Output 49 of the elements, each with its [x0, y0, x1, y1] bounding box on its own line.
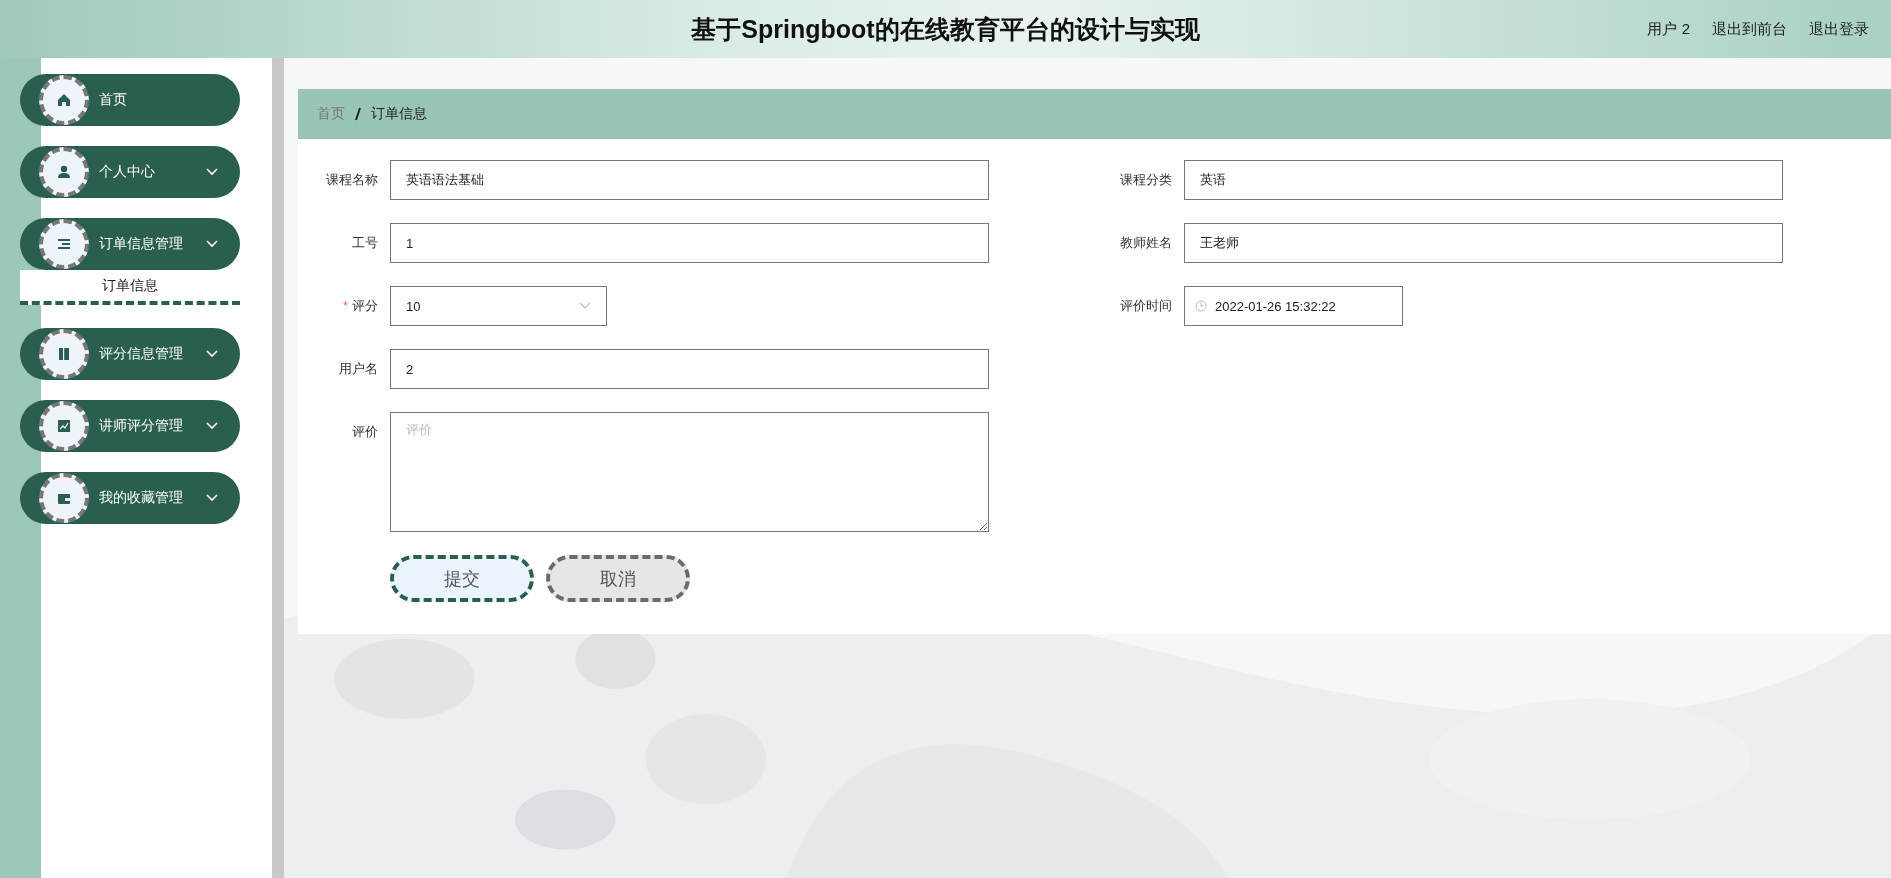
menu-item[interactable]: 订单信息管理	[20, 218, 240, 270]
date-field[interactable]: 2022-01-26 15:32:22	[1184, 286, 1403, 326]
slash-icon	[353, 107, 363, 121]
chevron-down-icon	[579, 302, 591, 310]
menu-label: 讲师评分管理	[99, 417, 184, 435]
select-field[interactable]: 10	[390, 286, 607, 326]
site-title: 基于Springboot的在线教育平台的设计与实现	[691, 13, 1200, 45]
comment-field[interactable]: 评价	[390, 412, 989, 532]
field-label: 课程分类	[1120, 172, 1172, 187]
chart-icon	[56, 418, 72, 434]
chevron-down-icon	[206, 494, 218, 502]
user-icon	[56, 164, 72, 180]
text-field[interactable]: 英语语法基础	[390, 160, 989, 200]
submenu-item[interactable]: 订单信息	[20, 270, 240, 305]
text-field[interactable]: 王老师	[1184, 223, 1783, 263]
menu-label: 我的收藏管理	[99, 489, 184, 507]
home-icon	[56, 92, 72, 108]
header-link[interactable]: 退出到前台	[1712, 19, 1787, 39]
field-label: 评价时间	[1120, 298, 1172, 313]
menu-label: 订单信息管理	[99, 235, 184, 253]
text-field[interactable]: 2	[390, 349, 989, 389]
book-icon	[56, 346, 72, 362]
menu-item[interactable]: 我的收藏管理	[20, 472, 240, 524]
chevron-down-icon	[206, 350, 218, 358]
field-label: 工号	[352, 235, 378, 250]
list-icon	[56, 236, 72, 252]
field-label: 课程名称	[326, 172, 378, 187]
submit-button[interactable]: 提交	[390, 555, 534, 602]
field-label: 评价	[352, 424, 378, 439]
chevron-down-icon	[206, 422, 218, 430]
header-link[interactable]: 退出登录	[1809, 19, 1869, 39]
text-field[interactable]: 1	[390, 223, 989, 263]
menu-item[interactable]: 个人中心	[20, 146, 240, 198]
user-name: 用户 2	[1647, 19, 1690, 39]
menu-item[interactable]: 评分信息管理	[20, 328, 240, 380]
field-label: 用户名	[339, 361, 378, 376]
menu-item[interactable]: 首页	[20, 74, 240, 126]
chevron-down-icon	[206, 240, 218, 248]
field-label: 评分	[352, 298, 378, 313]
menu-label: 评分信息管理	[99, 345, 184, 363]
required-mark: *	[342, 298, 348, 313]
menu-item[interactable]: 讲师评分管理	[20, 400, 240, 452]
text-field[interactable]: 英语	[1184, 160, 1783, 200]
menu-label: 个人中心	[99, 163, 156, 181]
clock-icon	[1195, 300, 1207, 312]
menu-label: 首页	[99, 91, 128, 109]
cancel-button[interactable]: 取消	[546, 555, 690, 602]
chevron-down-icon	[206, 168, 218, 176]
field-label: 教师姓名	[1120, 235, 1172, 250]
